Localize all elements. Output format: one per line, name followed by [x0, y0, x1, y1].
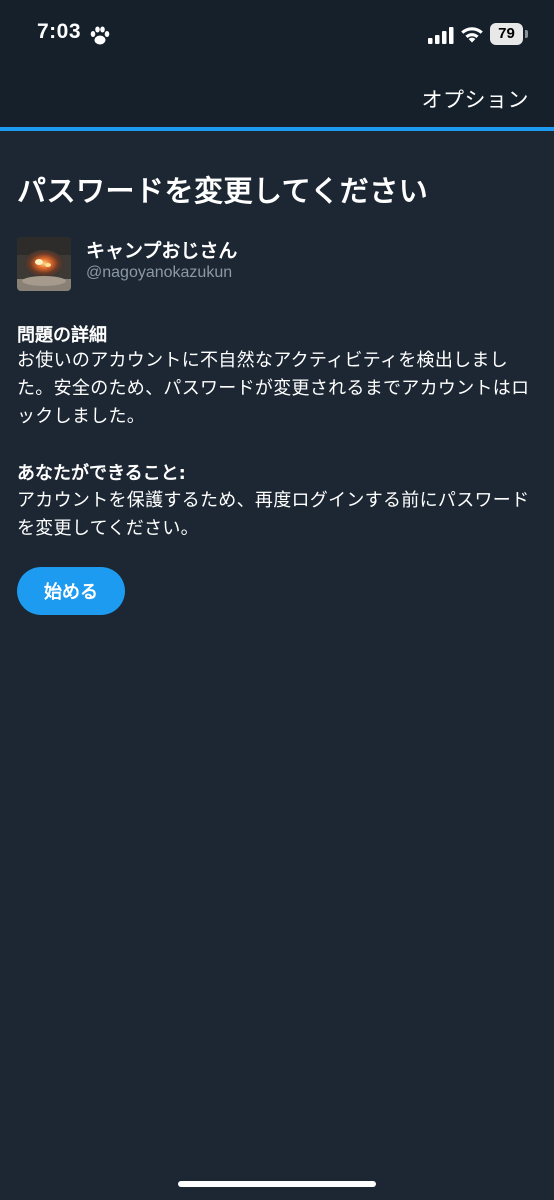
what-you-can-do-text: アカウントを保護するため、再度ログインする前にパスワードを変更してください。 — [17, 490, 530, 539]
battery-tip — [525, 30, 528, 38]
header-divider — [0, 127, 554, 131]
home-indicator[interactable] — [178, 1181, 376, 1187]
top-bar: 7:03 79 オプション — [0, 0, 554, 127]
wifi-icon — [461, 27, 483, 43]
avatar-photo-icon — [17, 237, 71, 291]
account-handle: @nagoyanokazukun — [86, 264, 233, 281]
what-you-can-do-heading: あなたができること: — [17, 463, 186, 484]
cellular-signal-icon — [428, 27, 454, 44]
page-title: パスワードを変更してください — [17, 174, 429, 208]
battery-icon: 79 — [490, 23, 530, 45]
problem-details-heading: 問題の詳細 — [17, 325, 107, 346]
paw-icon — [90, 26, 110, 45]
options-button[interactable]: オプション — [422, 84, 530, 114]
status-time: 7:03 — [37, 20, 82, 43]
problem-details-text: お使いのアカウントに不自然なアクティビティを検出しました。安全のため、パスワード… — [17, 350, 530, 427]
avatar — [17, 237, 71, 291]
account-display-name: キャンプおじさん — [86, 240, 238, 262]
screen: 7:03 79 オプション パスワードを変更してください キャンプおじさん @n… — [0, 0, 554, 1200]
start-button[interactable]: 始める — [17, 567, 125, 615]
battery-level: 79 — [498, 25, 515, 42]
